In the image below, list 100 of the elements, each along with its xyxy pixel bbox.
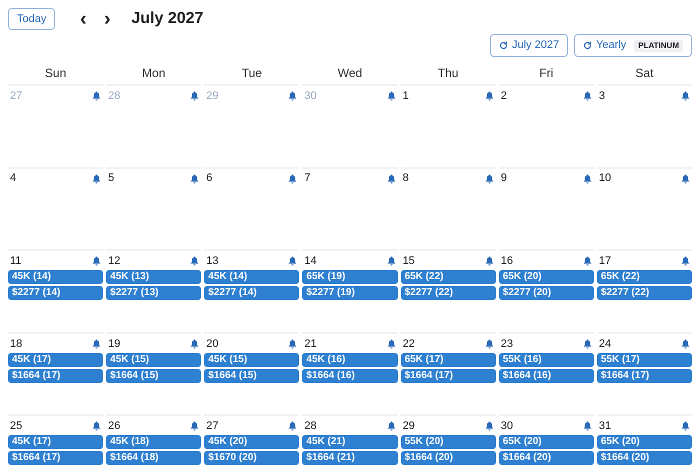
day-cell[interactable]: 28 45K (21) $1664 (21)	[302, 414, 398, 472]
day-cell[interactable]: 13 45K (14) $2277 (14)	[204, 249, 300, 332]
event-pill[interactable]: 45K (17)	[8, 352, 104, 367]
today-button[interactable]: Today	[8, 8, 56, 30]
day-number: 1	[402, 88, 409, 104]
day-number: 3	[598, 88, 605, 104]
day-cell[interactable]: 21 45K (16) $1664 (16)	[302, 332, 398, 414]
day-cell[interactable]: 27	[8, 84, 104, 167]
next-button[interactable]: ›	[99, 9, 116, 29]
day-cell[interactable]: 6	[204, 166, 300, 250]
day-cell[interactable]: 29	[204, 84, 300, 167]
plan-badge: PLATINUM	[634, 40, 683, 52]
day-cell[interactable]: 7	[302, 166, 398, 250]
bell-icon	[582, 91, 592, 101]
day-cell[interactable]: 24 55K (17) $1664 (17)	[596, 332, 692, 414]
day-cell[interactable]: 28	[106, 84, 202, 167]
day-cell[interactable]: 12 45K (13) $2277 (13)	[106, 249, 202, 332]
day-cell[interactable]: 25 45K (17) $1664 (17)	[8, 414, 104, 472]
event-pill[interactable]: 65K (20)	[498, 270, 594, 284]
event-pill[interactable]: 65K (20)	[498, 435, 594, 450]
day-cell[interactable]: 8	[400, 166, 496, 250]
event-pill[interactable]: 65K (22)	[596, 270, 692, 284]
event-pill[interactable]: $2277 (22)	[400, 286, 496, 300]
day-cell[interactable]: 19 45K (15) $1664 (15)	[106, 332, 202, 414]
day-cell[interactable]: 22 65K (17) $1664 (17)	[400, 332, 496, 414]
event-pill[interactable]: $1664 (17)	[400, 368, 496, 383]
day-cell[interactable]: 16 65K (20) $2277 (20)	[498, 249, 594, 332]
day-number: 29	[206, 88, 219, 104]
day-cell[interactable]: 2	[498, 84, 594, 167]
event-pill[interactable]: 45K (17)	[8, 435, 104, 450]
day-number: 12	[108, 254, 120, 269]
event-pill[interactable]: $1664 (17)	[596, 368, 692, 383]
day-number: 8	[402, 171, 409, 186]
day-cell[interactable]: 10	[596, 166, 692, 250]
event-pill[interactable]: 45K (15)	[204, 352, 300, 367]
event-pill[interactable]: $2277 (14)	[204, 286, 300, 300]
event-pill[interactable]: $1664 (21)	[302, 451, 398, 466]
bell-icon	[288, 421, 298, 432]
event-pill[interactable]: 45K (15)	[106, 352, 202, 367]
bell-icon	[582, 421, 592, 432]
event-pill[interactable]: 55K (16)	[498, 352, 594, 367]
day-number: 18	[10, 336, 22, 352]
month-title: July 2027	[131, 9, 204, 29]
day-cell[interactable]: 31 65K (20) $1664 (20)	[596, 414, 692, 472]
day-number: 13	[206, 254, 219, 269]
day-cell[interactable]: 4	[8, 166, 104, 250]
event-pill[interactable]: 45K (21)	[302, 435, 398, 450]
event-pill[interactable]: 55K (20)	[400, 435, 496, 450]
event-pill[interactable]: $1664 (15)	[106, 368, 202, 383]
day-cell[interactable]: 9	[498, 166, 594, 250]
event-pill[interactable]: $1664 (20)	[596, 451, 692, 466]
day-cell[interactable]: 5	[106, 166, 202, 250]
event-pill[interactable]: 45K (14)	[204, 270, 300, 284]
event-pill[interactable]: 55K (17)	[596, 352, 692, 367]
day-cell[interactable]: 3	[596, 84, 692, 167]
event-pill[interactable]: $2277 (13)	[106, 286, 202, 300]
event-pill[interactable]: $1664 (16)	[302, 368, 398, 383]
event-pill[interactable]: $1664 (16)	[498, 368, 594, 383]
day-cell[interactable]: 15 65K (22) $2277 (22)	[400, 249, 496, 332]
event-pill[interactable]: $2277 (14)	[8, 286, 104, 300]
day-cell[interactable]: 18 45K (17) $1664 (17)	[8, 332, 104, 414]
event-pill[interactable]: $2277 (19)	[302, 286, 398, 300]
day-cell[interactable]: 27 45K (20) $1670 (20)	[204, 414, 300, 472]
day-cell[interactable]: 11 45K (14) $2277 (14)	[8, 249, 104, 332]
event-pill[interactable]: $1670 (20)	[204, 451, 300, 466]
refresh-icon	[583, 41, 592, 50]
event-pill[interactable]: 65K (19)	[302, 270, 398, 284]
event-pill[interactable]: $1664 (18)	[106, 451, 202, 466]
refresh-button[interactable]: July 2027	[490, 34, 568, 57]
weekday-header: Tue	[242, 65, 262, 82]
day-number: 20	[206, 336, 219, 352]
event-pill[interactable]: 45K (14)	[8, 270, 104, 284]
event-pill[interactable]: 65K (17)	[400, 352, 496, 367]
day-cell[interactable]: 29 55K (20) $1664 (20)	[400, 414, 496, 472]
day-cell[interactable]: 17 65K (22) $2277 (22)	[596, 249, 692, 332]
event-pill[interactable]: 65K (22)	[400, 270, 496, 284]
event-pill[interactable]: $1664 (17)	[8, 368, 104, 383]
day-cell[interactable]: 30	[302, 84, 398, 167]
day-cell[interactable]: 14 65K (19) $2277 (19)	[302, 249, 398, 332]
previous-button[interactable]: ‹	[75, 9, 92, 29]
event-pill[interactable]: $2277 (20)	[498, 286, 594, 300]
event-pill[interactable]: $2277 (22)	[596, 286, 692, 300]
weekday-header: Fri	[539, 65, 554, 82]
event-pill[interactable]: $1664 (15)	[204, 368, 300, 383]
event-pill[interactable]: 65K (20)	[596, 435, 692, 450]
event-pill[interactable]: $1664 (20)	[400, 451, 496, 466]
day-cell[interactable]: 20 45K (15) $1664 (15)	[204, 332, 300, 414]
event-pill[interactable]: $1664 (17)	[8, 451, 104, 466]
event-pill[interactable]: 45K (18)	[106, 435, 202, 450]
day-cell[interactable]: 23 55K (16) $1664 (16)	[498, 332, 594, 414]
day-cell[interactable]: 26 45K (18) $1664 (18)	[106, 414, 202, 472]
refresh-button[interactable]: Yearly PLATINUM	[574, 34, 692, 57]
event-pill[interactable]: 45K (20)	[204, 435, 300, 450]
event-pill[interactable]: $1664 (20)	[498, 451, 594, 466]
weekday-header: Wed	[338, 65, 362, 82]
bell-icon	[681, 91, 690, 101]
day-cell[interactable]: 30 65K (20) $1664 (20)	[498, 414, 594, 472]
event-pill[interactable]: 45K (16)	[302, 352, 398, 367]
event-pill[interactable]: 45K (13)	[106, 270, 202, 284]
day-cell[interactable]: 1	[400, 84, 496, 167]
